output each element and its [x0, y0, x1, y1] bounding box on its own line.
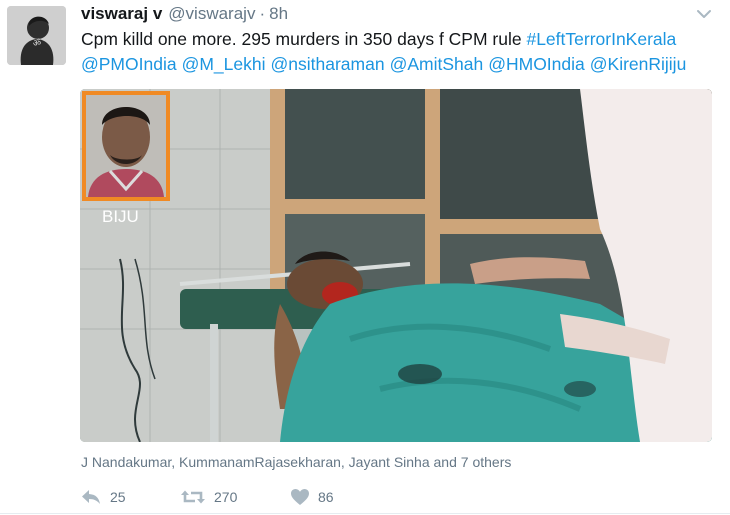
header-separator: ·	[259, 4, 266, 23]
hospital-photo: BIJU	[80, 89, 712, 442]
inset-portrait	[82, 91, 170, 201]
mention-link[interactable]: @KirenRijiju	[590, 54, 687, 74]
heart-icon	[291, 489, 309, 505]
tweet-timestamp[interactable]: 8h	[269, 4, 288, 24]
tweet-media-photo[interactable]: BIJU	[80, 89, 712, 442]
display-name[interactable]: viswaraj v	[81, 4, 162, 24]
reply-icon	[82, 490, 100, 504]
mention-link[interactable]: @HMOIndia	[488, 54, 585, 74]
retweet-count: 270	[214, 489, 238, 505]
profile-avatar[interactable]: ॐ	[7, 6, 66, 65]
retweet-icon	[181, 490, 205, 504]
reply-button[interactable]: 25	[80, 488, 180, 506]
mention-link[interactable]: @AmitShah	[390, 54, 484, 74]
mention-link[interactable]: @PMOIndia	[81, 54, 177, 74]
mention-link[interactable]: @M_Lekhi	[182, 54, 266, 74]
retweet-button[interactable]: 270	[180, 488, 290, 506]
like-count: 86	[318, 489, 334, 505]
reply-count: 25	[110, 489, 126, 505]
tweet[interactable]: ॐ viswaraj v @viswarajv · 8h Cpm killd o…	[0, 0, 730, 515]
like-button[interactable]: 86	[290, 488, 334, 506]
inset-caption: BIJU	[102, 207, 139, 226]
tweet-divider	[0, 513, 730, 514]
liked-by-text[interactable]: J Nandakumar, KummanamRajasekharan, Jaya…	[81, 454, 511, 470]
tweet-text-line-2: @PMOIndia @M_Lekhi @nsitharaman @AmitShah @H…	[81, 52, 721, 77]
tweet-header: viswaraj v @viswarajv · 8h	[81, 4, 288, 24]
tweet-body-text: Cpm killd one more. 295 murders in 350 d…	[81, 29, 527, 49]
avatar-image: ॐ	[7, 6, 66, 65]
tweet-actions: 25 270 86	[80, 485, 334, 509]
mention-link[interactable]: @nsitharaman	[271, 54, 385, 74]
hashtag-link[interactable]: #LeftTerrorInKerala	[526, 29, 676, 49]
user-handle[interactable]: @viswarajv	[168, 4, 255, 24]
tweet-text: Cpm killd one more. 295 murders in 350 d…	[81, 27, 721, 77]
svg-text:ॐ: ॐ	[33, 38, 41, 49]
chevron-down-icon[interactable]	[696, 8, 712, 20]
tweet-text-line-1: Cpm killd one more. 295 murders in 350 d…	[81, 27, 721, 52]
